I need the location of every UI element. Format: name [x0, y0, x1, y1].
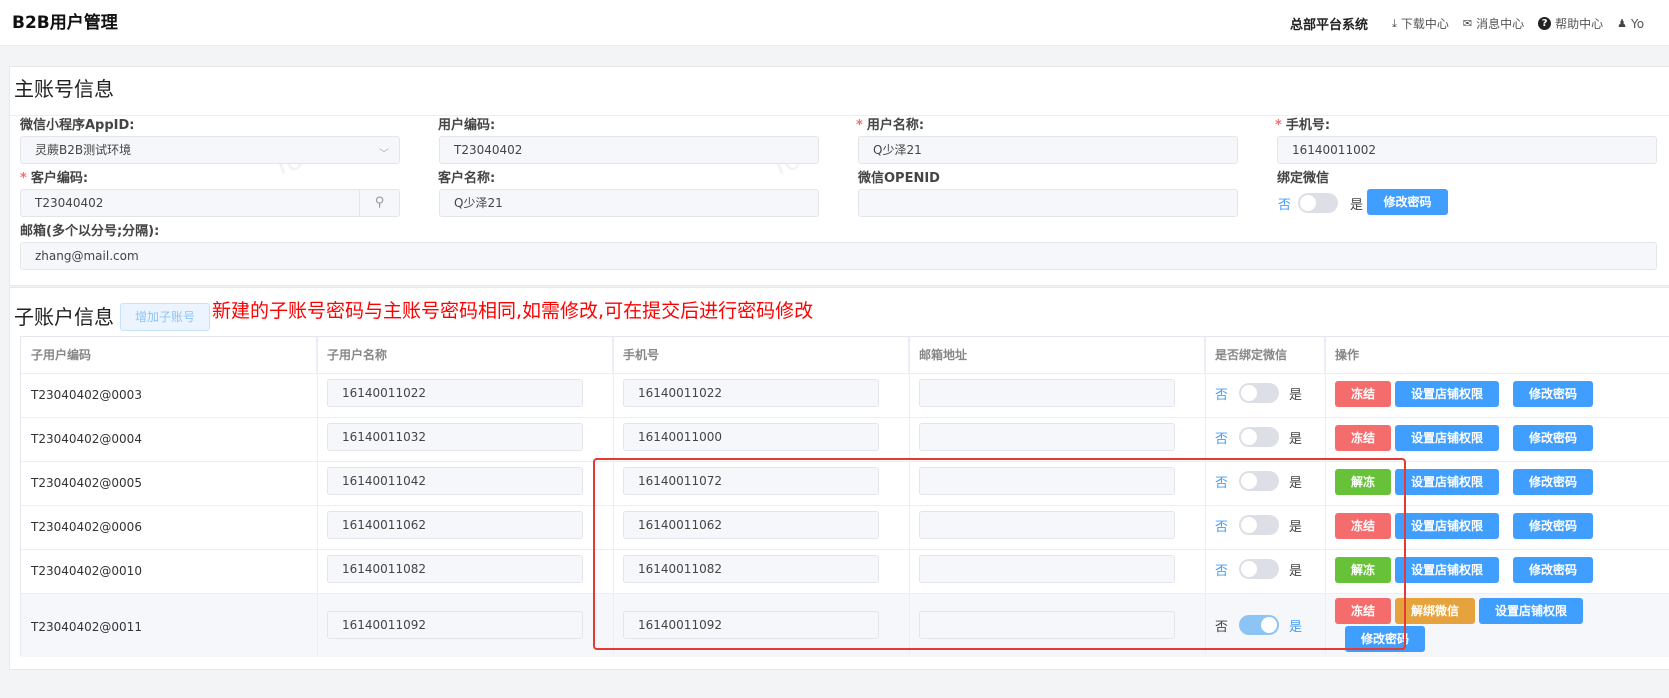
change-password-button[interactable]: 修改密码: [1513, 469, 1593, 495]
switch-no-text: 否: [1215, 432, 1229, 447]
shop-permission-button[interactable]: 设置店铺权限: [1395, 513, 1499, 539]
shop-permission-button[interactable]: 设置店铺权限: [1395, 557, 1499, 583]
phone-label: * 手机号:: [1275, 118, 1331, 133]
change-password-button[interactable]: 修改密码: [1513, 557, 1593, 583]
shop-permission-button[interactable]: 设置店铺权限: [1395, 381, 1499, 407]
row-code: T23040402@0004: [31, 432, 142, 446]
platform-name[interactable]: 总部平台系统: [1290, 14, 1368, 33]
freeze-button[interactable]: 冻结: [1335, 381, 1391, 407]
customer-code-label: * 客户编码:: [20, 171, 89, 186]
user-icon: ♟: [1617, 17, 1628, 30]
divider: [10, 115, 1669, 116]
bind-wechat-switch[interactable]: [1298, 193, 1338, 213]
appid-value: 灵蕨B2B测试环境: [35, 143, 132, 157]
shop-permission-button[interactable]: 设置店铺权限: [1395, 425, 1499, 451]
change-password-button[interactable]: 修改密码: [1513, 425, 1593, 451]
freeze-button[interactable]: 冻结: [1335, 425, 1391, 451]
row-code: T23040402@0005: [31, 476, 142, 490]
top-nav: 总部平台系统 ⤓ 下载中心 ✉ 消息中心 ? 帮助中心 ♟ Yo: [1290, 14, 1658, 34]
user-code-input[interactable]: T23040402: [439, 136, 819, 164]
col-header-code: 子用户编码: [21, 337, 317, 373]
row-code: T23040402@0011: [31, 620, 142, 634]
col-header-name: 子用户名称: [317, 337, 613, 373]
help-icon: ?: [1538, 17, 1552, 30]
col-divider: [317, 337, 318, 657]
email-input[interactable]: zhang@mail.com: [20, 242, 1657, 270]
openid-input[interactable]: [858, 189, 1238, 217]
appid-select[interactable]: 灵蕨B2B测试环境 ﹀: [20, 136, 400, 164]
main-change-password-button[interactable]: 修改密码: [1367, 189, 1448, 215]
col-header-phone: 手机号: [613, 337, 909, 373]
row-name-input[interactable]: 16140011092: [327, 611, 583, 639]
search-icon[interactable]: ⚲: [359, 190, 399, 216]
highlight-box: [593, 458, 1406, 650]
message-center-label: 消息中心: [1476, 17, 1525, 31]
switch-no-text: 否: [1278, 198, 1292, 213]
row-phone-input[interactable]: 16140011022: [623, 379, 879, 407]
switch-yes-text: 是: [1289, 432, 1303, 447]
change-password-button[interactable]: 修改密码: [1513, 381, 1593, 407]
user-name-input[interactable]: Q少泽21: [858, 136, 1238, 164]
row-code: T23040402@0006: [31, 520, 142, 534]
email-label: 邮箱(多个以分号;分隔):: [20, 224, 160, 239]
row-bind-switch[interactable]: [1239, 427, 1279, 447]
shop-permission-button[interactable]: 设置店铺权限: [1395, 469, 1499, 495]
user-name-label: * 用户名称:: [856, 118, 925, 133]
unbind-wechat-button[interactable]: 解绑微信: [1395, 598, 1475, 624]
customer-name-input[interactable]: Q少泽21: [439, 189, 819, 217]
notice-text: 新建的子账号密码与主账号密码相同,如需修改,可在提交后进行密码修改: [212, 300, 814, 322]
switch-yes-text: 是: [1289, 388, 1303, 403]
switch-no-text: 否: [1215, 388, 1229, 403]
sub-account-title: 子账户信息: [14, 305, 114, 329]
message-center-link[interactable]: ✉ 消息中心: [1463, 15, 1524, 32]
download-center-link[interactable]: ⤓ 下载中心: [1392, 15, 1449, 32]
mail-icon: ✉: [1462, 17, 1473, 30]
row-name-input[interactable]: 16140011022: [327, 379, 583, 407]
row-name-input[interactable]: 16140011032: [327, 423, 583, 451]
row-code: T23040402@0010: [31, 564, 142, 578]
top-bar: B2B用户管理 总部平台系统 ⤓ 下载中心 ✉ 消息中心 ? 帮助中心 ♟ Yo: [0, 0, 1669, 46]
row-code: T23040402@0003: [31, 388, 142, 402]
change-password-button[interactable]: 修改密码: [1513, 513, 1593, 539]
app-title: B2B用户管理: [12, 13, 118, 33]
main-account-title: 主账号信息: [14, 77, 114, 101]
customer-code-input[interactable]: T23040402 ⚲: [20, 189, 400, 217]
help-center-label: 帮助中心: [1555, 17, 1604, 31]
row-name-input[interactable]: 16140011062: [327, 511, 583, 539]
add-sub-account-button[interactable]: 增加子账号: [120, 303, 210, 331]
customer-code-value: T23040402: [35, 196, 104, 210]
openid-label: 微信OPENID: [858, 171, 940, 186]
col-header-bound: 是否绑定微信: [1205, 337, 1325, 373]
col-header-email: 邮箱地址: [909, 337, 1205, 373]
user-name: Yo: [1631, 16, 1645, 31]
user-menu[interactable]: ♟ Yo: [1617, 17, 1644, 31]
help-center-link[interactable]: ? 帮助中心: [1538, 15, 1603, 32]
row-name-input[interactable]: 16140011042: [327, 467, 583, 495]
download-center-label: 下载中心: [1400, 17, 1449, 31]
download-icon: ⤓: [1392, 16, 1397, 30]
phone-input[interactable]: 16140011002: [1277, 136, 1657, 164]
chevron-down-icon: ﹀: [379, 149, 389, 160]
row-divider: [21, 373, 1669, 374]
row-name-input[interactable]: 16140011082: [327, 555, 583, 583]
bind-wechat-label: 绑定微信: [1277, 171, 1330, 186]
shop-permission-button[interactable]: 设置店铺权限: [1479, 598, 1583, 624]
row-phone-input[interactable]: 16140011000: [623, 423, 879, 451]
row-email-input[interactable]: [919, 379, 1175, 407]
customer-name-label: 客户名称:: [438, 171, 496, 186]
switch-yes-text: 是: [1350, 198, 1364, 213]
row-email-input[interactable]: [919, 423, 1175, 451]
col-header-actions: 操作: [1335, 348, 1360, 362]
row-bind-switch[interactable]: [1239, 383, 1279, 403]
row-divider: [21, 417, 1669, 418]
user-code-label: 用户编码:: [438, 118, 496, 133]
appid-label: 微信小程序AppID:: [20, 118, 135, 133]
